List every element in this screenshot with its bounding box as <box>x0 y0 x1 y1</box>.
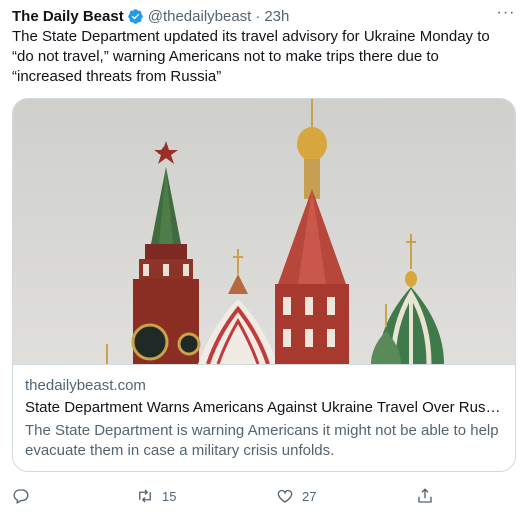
tweet-text: The State Department updated its travel … <box>12 28 490 85</box>
like-button[interactable]: 27 <box>276 486 316 506</box>
heart-icon <box>277 489 293 503</box>
separator-dot: · <box>255 7 261 25</box>
reply-button[interactable] <box>12 486 38 506</box>
share-button[interactable] <box>416 486 434 506</box>
card-body: thedailybeast.com State Department Warns… <box>13 364 515 461</box>
card-description: The State Department is warning American… <box>25 422 499 459</box>
tweet-timestamp[interactable]: 23h <box>264 8 289 25</box>
retweet-button[interactable]: 15 <box>136 486 176 506</box>
reply-icon <box>13 489 29 504</box>
share-icon <box>418 488 432 503</box>
tweet-header: The Daily Beast @thedailybeast · 23h ··· <box>12 5 516 26</box>
retweet-count: 15 <box>162 488 177 504</box>
like-count: 27 <box>302 488 317 504</box>
link-card[interactable]: thedailybeast.com State Department Warns… <box>12 98 516 472</box>
author-handle[interactable]: @thedailybeast <box>148 8 252 25</box>
tweet-actions: 15 27 <box>12 486 432 506</box>
verified-badge-icon <box>127 8 143 24</box>
card-image-kremlin-towers <box>13 99 515 364</box>
card-title: State Department Warns Americans Against… <box>25 399 505 416</box>
author-name[interactable]: The Daily Beast <box>12 8 124 25</box>
more-options-icon[interactable]: ··· <box>496 5 516 26</box>
retweet-icon <box>139 489 151 503</box>
card-domain: thedailybeast.com <box>25 377 146 394</box>
